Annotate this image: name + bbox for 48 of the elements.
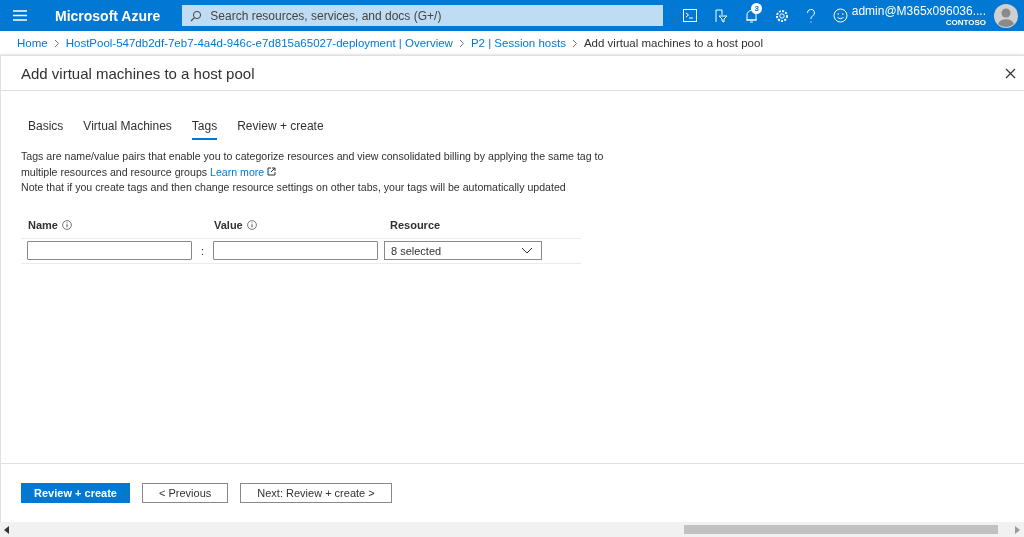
tab[interactable]: Virtual Machines (83, 119, 172, 140)
scroll-right-icon[interactable] (1014, 525, 1020, 534)
blade-title: Add virtual machines to a host pool (21, 64, 255, 82)
tab[interactable]: Basics (28, 119, 64, 140)
user-name[interactable]: admin@M365x096036.... (851, 4, 986, 18)
help-icon[interactable] (806, 8, 817, 23)
column-header: Value (214, 218, 243, 231)
breadcrumb-link[interactable]: Home (17, 37, 48, 49)
tab[interactable]: Review + create (237, 119, 324, 140)
smiley-icon[interactable] (833, 8, 849, 23)
brand-name[interactable]: Microsoft Azure (55, 7, 161, 24)
search-box[interactable]: Search resources, services, and docs (G+/) (182, 5, 664, 26)
filter-icon[interactable] (714, 8, 729, 23)
footer-button[interactable]: Review + create (21, 483, 130, 503)
terminal-icon[interactable] (683, 9, 698, 22)
chevron-icon (571, 38, 578, 48)
tab[interactable]: Tags (191, 119, 218, 140)
external-link-icon (267, 166, 277, 176)
footer-button[interactable]: < Previous (142, 483, 229, 503)
search-field[interactable]: Search resources, services, and docs (G+/) (208, 7, 656, 24)
tenant-name: CONTOSO (945, 18, 986, 27)
column-header: Name (28, 218, 58, 231)
breadcrumb-link[interactable]: P2 | Session hosts (470, 37, 566, 49)
horizontal-scrollbar[interactable] (0, 522, 1024, 537)
name-input[interactable] (27, 241, 192, 260)
info-icon (246, 219, 257, 230)
learn-more-link[interactable]: Learn more (210, 165, 277, 178)
separator: : (199, 244, 206, 257)
bell-icon[interactable] (745, 8, 759, 23)
column-header: Resource (390, 218, 441, 231)
resource-dropdown[interactable]: 8 selected (384, 241, 542, 260)
search-icon (190, 9, 203, 22)
chevron-icon (53, 38, 60, 48)
menu-icon[interactable] (13, 10, 27, 21)
current-page-crumb: Add virtual machines to a host pool (583, 37, 763, 49)
avatar-icon[interactable] (994, 3, 1018, 28)
info-icon (61, 219, 72, 230)
breadcrumb-link[interactable]: HostPool-547db2df-7eb7-4a4d-946c-e7d815a65027-deployment | Overview (65, 37, 453, 49)
value-input[interactable] (213, 241, 378, 260)
chevron-down-icon (521, 247, 533, 254)
close-icon[interactable] (1005, 67, 1016, 79)
note-text: Note that if you create tags and then change resource settings on other tabs, your tags will be automatically updated (21, 180, 567, 195)
description-text: Tags are name/value pairs that enable you to categorize resources and view consolidated billing by applying the same tag to multiple resources and resource groups Learn more (21, 149, 605, 180)
notification-badge: 3 (751, 2, 763, 14)
chevron-icon (458, 38, 465, 48)
footer-button[interactable]: Next: Review + create > (240, 483, 392, 503)
scroll-left-icon[interactable] (4, 525, 10, 534)
settings-icon[interactable] (775, 8, 790, 23)
